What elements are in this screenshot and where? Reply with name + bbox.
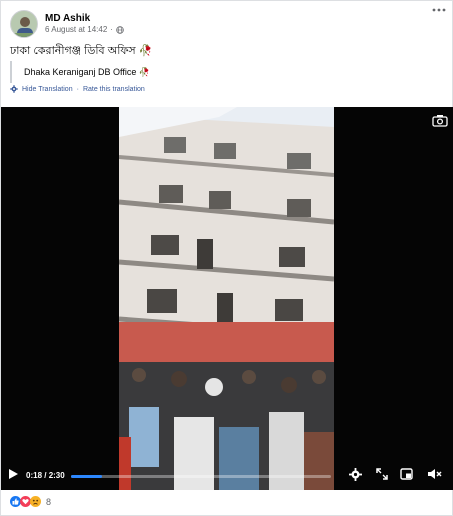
translation-block: Dhaka Keraniganj DB Office 🥀 Hide Transl…: [10, 59, 443, 99]
volume-muted-icon[interactable]: [428, 468, 442, 480]
camera-icon[interactable]: [432, 114, 448, 127]
date-separator: ·: [110, 25, 113, 35]
rate-translation-link[interactable]: Rate this translation: [83, 86, 145, 93]
play-icon[interactable]: [9, 469, 18, 479]
video-frame: [119, 107, 334, 490]
progress-fill: [71, 475, 103, 478]
reaction-count[interactable]: 8: [46, 497, 51, 507]
video-player[interactable]: 0:18 / 2:30: [1, 107, 453, 490]
post-header: MD Ashik 6 August at 14:42 ·: [10, 7, 443, 41]
translation-links: Hide Translation · Rate this translation: [10, 85, 145, 93]
duration: 2:30: [48, 471, 65, 480]
settings-gear-icon[interactable]: [349, 468, 362, 481]
globe-icon[interactable]: [116, 26, 124, 34]
more-options-icon[interactable]: [432, 7, 446, 13]
translated-text: Dhaka Keraniganj DB Office 🥀: [24, 67, 150, 78]
post-text-emoji: 🥀: [138, 45, 153, 57]
translation-link-separator: ·: [76, 85, 79, 93]
post-meta: MD Ashik 6 August at 14:42 ·: [45, 13, 124, 35]
current-time: 0:18: [26, 471, 43, 480]
avatar[interactable]: [10, 10, 38, 38]
picture-in-picture-icon[interactable]: [400, 468, 413, 480]
post-subline: 6 August at 14:42 ·: [45, 25, 124, 35]
translated-text-body: Dhaka Keraniganj DB Office: [24, 67, 137, 77]
post-date[interactable]: 6 August at 14:42: [45, 25, 107, 35]
video-time: 0:18 / 2:30: [26, 471, 65, 480]
post-card: MD Ashik 6 August at 14:42 · ঢাকা কেরানী…: [0, 0, 453, 516]
hide-translation-link[interactable]: Hide Translation: [22, 86, 73, 93]
reactions-summary[interactable]: 8: [10, 496, 51, 507]
time-separator: /: [42, 471, 49, 480]
post-text-body: ঢাকা কেরানীগঞ্জ ডিবি অফিস: [10, 45, 136, 57]
author-name[interactable]: MD Ashik: [45, 13, 124, 25]
video-controls: 0:18 / 2:30: [1, 460, 453, 490]
translated-text-emoji: 🥀: [138, 67, 151, 77]
progress-bar[interactable]: [71, 475, 331, 478]
expand-icon[interactable]: [376, 468, 388, 480]
quote-bar: [10, 61, 12, 83]
sad-icon: [30, 496, 41, 507]
gear-icon[interactable]: [10, 85, 18, 93]
